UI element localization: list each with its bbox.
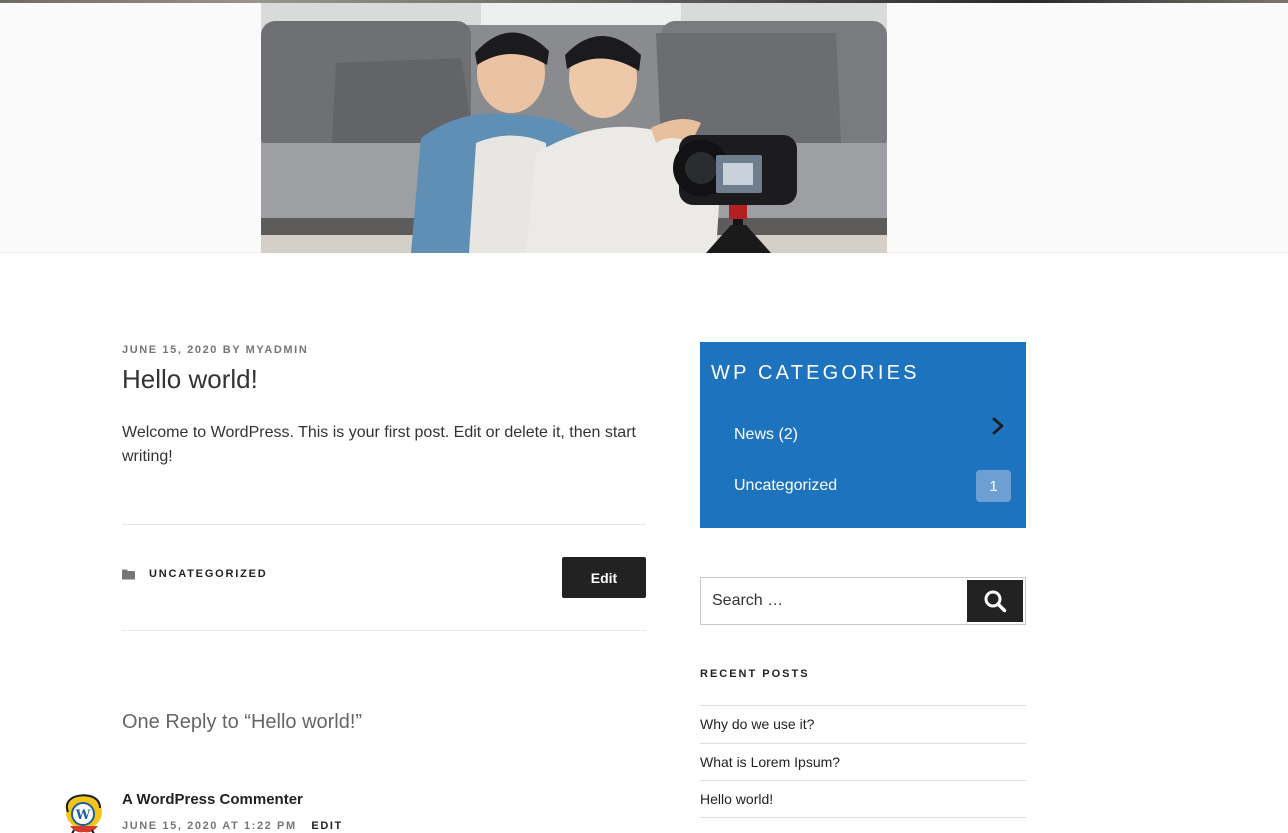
post-author[interactable]: MYADMIN [246, 344, 309, 356]
post-body: Welcome to WordPress. This is your first… [122, 424, 636, 465]
comment-date[interactable]: JUNE 15, 2020 AT 1:22 PM [122, 820, 297, 832]
folder-icon [122, 569, 135, 579]
post-date[interactable]: JUNE 15, 2020 [122, 344, 218, 356]
search-icon [984, 590, 1007, 613]
category-item-news[interactable]: News (2) [734, 426, 798, 444]
svg-text:W: W [75, 808, 91, 823]
recent-post-link[interactable]: Hello world! [700, 791, 773, 807]
post-by: BY [222, 344, 241, 356]
recent-posts-title: RECENT POSTS [700, 668, 810, 680]
post-title: Hello world! [122, 364, 258, 394]
comment-edit-link[interactable]: EDIT [311, 820, 342, 832]
wordpress-avatar-icon: W [62, 792, 104, 833]
category-item-uncategorized[interactable]: Uncategorized [734, 477, 837, 495]
recent-post-link[interactable]: Why do we use it? [700, 716, 814, 732]
recent-posts-list: Why do we use it? What is Lorem Ipsum? H… [700, 705, 1026, 818]
post-meta: JUNE 15, 2020 BY MYADMIN [122, 344, 308, 356]
search-form [700, 577, 1026, 625]
chevron-right-icon[interactable] [991, 417, 1005, 435]
comment-meta: JUNE 15, 2020 AT 1:22 PM EDIT [122, 820, 343, 832]
list-item: Hello world! [700, 780, 1026, 818]
recent-post-link[interactable]: What is Lorem Ipsum? [700, 754, 840, 770]
categories-widget: WP CATEGORIES News (2) Uncategorized 1 [700, 342, 1026, 528]
search-button[interactable] [967, 580, 1023, 622]
post-category: UNCATEGORIZED [122, 568, 268, 580]
comment-author[interactable]: A WordPress Commenter [122, 791, 303, 808]
category-count-badge: 1 [976, 470, 1011, 502]
divider [122, 524, 646, 525]
header-image [261, 3, 887, 253]
category-link[interactable]: UNCATEGORIZED [149, 568, 268, 580]
search-input[interactable] [701, 578, 967, 624]
edit-post-button[interactable]: Edit [562, 557, 646, 598]
list-item: Why do we use it? [700, 705, 1026, 743]
comments-title: One Reply to “Hello world!” [122, 711, 363, 733]
categories-widget-title: WP CATEGORIES [711, 362, 920, 384]
list-item: What is Lorem Ipsum? [700, 742, 1026, 781]
divider [122, 630, 646, 631]
